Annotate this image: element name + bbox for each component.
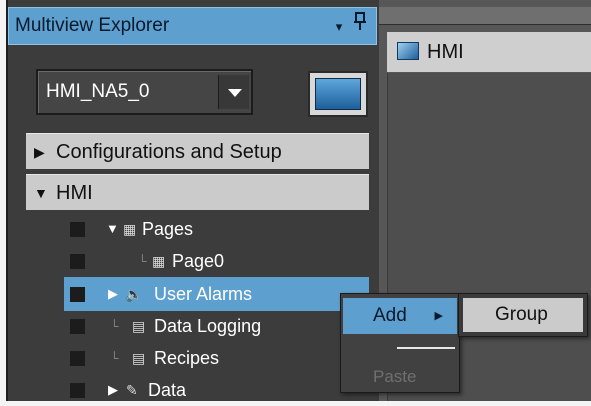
tree-checkbox[interactable] bbox=[70, 383, 85, 398]
menu-item-label: Paste bbox=[373, 367, 417, 386]
tree-checkbox[interactable] bbox=[70, 287, 85, 302]
menu-separator bbox=[397, 347, 455, 349]
section-label: Configurations and Setup bbox=[56, 141, 282, 163]
speaker-icon: 🔈 bbox=[125, 286, 143, 302]
menu-item-label: Add bbox=[373, 305, 407, 326]
collapse-arrow-icon[interactable]: ▼ bbox=[106, 213, 119, 245]
tree-checkbox[interactable] bbox=[70, 319, 85, 334]
device-screen bbox=[315, 78, 361, 110]
collapse-arrow-icon: ▼ bbox=[34, 185, 48, 201]
tree-item-page0[interactable]: └ ▦ Page0 bbox=[8, 245, 377, 277]
tree-checkbox[interactable] bbox=[70, 254, 85, 269]
tree-checkbox[interactable] bbox=[70, 222, 85, 237]
section-hmi[interactable]: ▼ HMI bbox=[26, 174, 369, 210]
pages-icon: ▦ bbox=[123, 221, 137, 237]
tree-checkbox[interactable] bbox=[70, 351, 85, 366]
expand-arrow-icon[interactable]: ▶ bbox=[108, 374, 118, 406]
device-select-value: HMI_NA5_0 bbox=[46, 81, 150, 102]
expand-arrow-icon[interactable]: ▶ bbox=[108, 278, 118, 310]
multiview-explorer-pane: Multiview Explorer ▾ HMI_NA5_0 ▶ Configu… bbox=[6, 0, 379, 401]
context-menu: Add ▶ Paste bbox=[340, 293, 460, 393]
hmi-device-icon[interactable] bbox=[308, 71, 368, 117]
document-tab-strip bbox=[379, 7, 591, 25]
tree-item-label: Data Logging bbox=[154, 316, 262, 336]
tree-connector: └ bbox=[138, 254, 147, 268]
device-select[interactable]: HMI_NA5_0 bbox=[36, 69, 253, 115]
explorer-title-bar: Multiview Explorer ▾ bbox=[8, 7, 377, 45]
tree-item-user-alarms[interactable]: ▶ 🔈 User Alarms bbox=[8, 278, 377, 310]
explorer-title: Multiview Explorer bbox=[15, 15, 170, 36]
hmi-screen-icon bbox=[397, 42, 419, 60]
chevron-down-icon[interactable] bbox=[218, 75, 249, 109]
tree-item-recipes[interactable]: └ ▤ Recipes bbox=[8, 342, 377, 374]
tree-item-data[interactable]: ▶ ✎ Data bbox=[8, 374, 377, 406]
menu-item-add[interactable]: Add ▶ bbox=[343, 298, 457, 334]
submenu-arrow-icon: ▶ bbox=[434, 310, 443, 322]
section-configurations-and-setup[interactable]: ▶ Configurations and Setup bbox=[26, 133, 369, 169]
tree-item-label: User Alarms bbox=[154, 284, 253, 304]
pin-icon[interactable] bbox=[352, 8, 368, 44]
tree-item-label: Recipes bbox=[154, 348, 220, 368]
expand-arrow-icon: ▶ bbox=[34, 144, 45, 160]
tree-item-data-logging[interactable]: └ ▤ Data Logging bbox=[8, 310, 377, 342]
section-label: HMI bbox=[56, 182, 93, 204]
menu-item-group[interactable]: Group bbox=[463, 298, 583, 332]
page-icon: ▦ bbox=[152, 253, 166, 269]
data-logging-icon: ▤ bbox=[132, 318, 146, 334]
tree-item-label: Data bbox=[148, 380, 187, 400]
menu-item-paste[interactable]: Paste bbox=[343, 364, 457, 390]
tab-label: HMI bbox=[427, 41, 464, 63]
pane-menu-icon[interactable]: ▾ bbox=[332, 8, 346, 44]
tree-item-label: Page0 bbox=[172, 251, 225, 271]
tree-connector: └ bbox=[110, 351, 119, 365]
tree-item-label: Pages bbox=[142, 219, 194, 239]
tab-hmi[interactable]: HMI bbox=[387, 32, 591, 72]
data-icon: ✎ bbox=[126, 382, 138, 398]
menu-item-label: Group bbox=[495, 304, 548, 325]
tree-item-pages[interactable]: ▼ ▦ Pages bbox=[8, 213, 377, 245]
tree-connector: └ bbox=[110, 319, 119, 333]
recipes-icon: ▤ bbox=[132, 350, 146, 366]
add-submenu: Group bbox=[458, 293, 588, 337]
